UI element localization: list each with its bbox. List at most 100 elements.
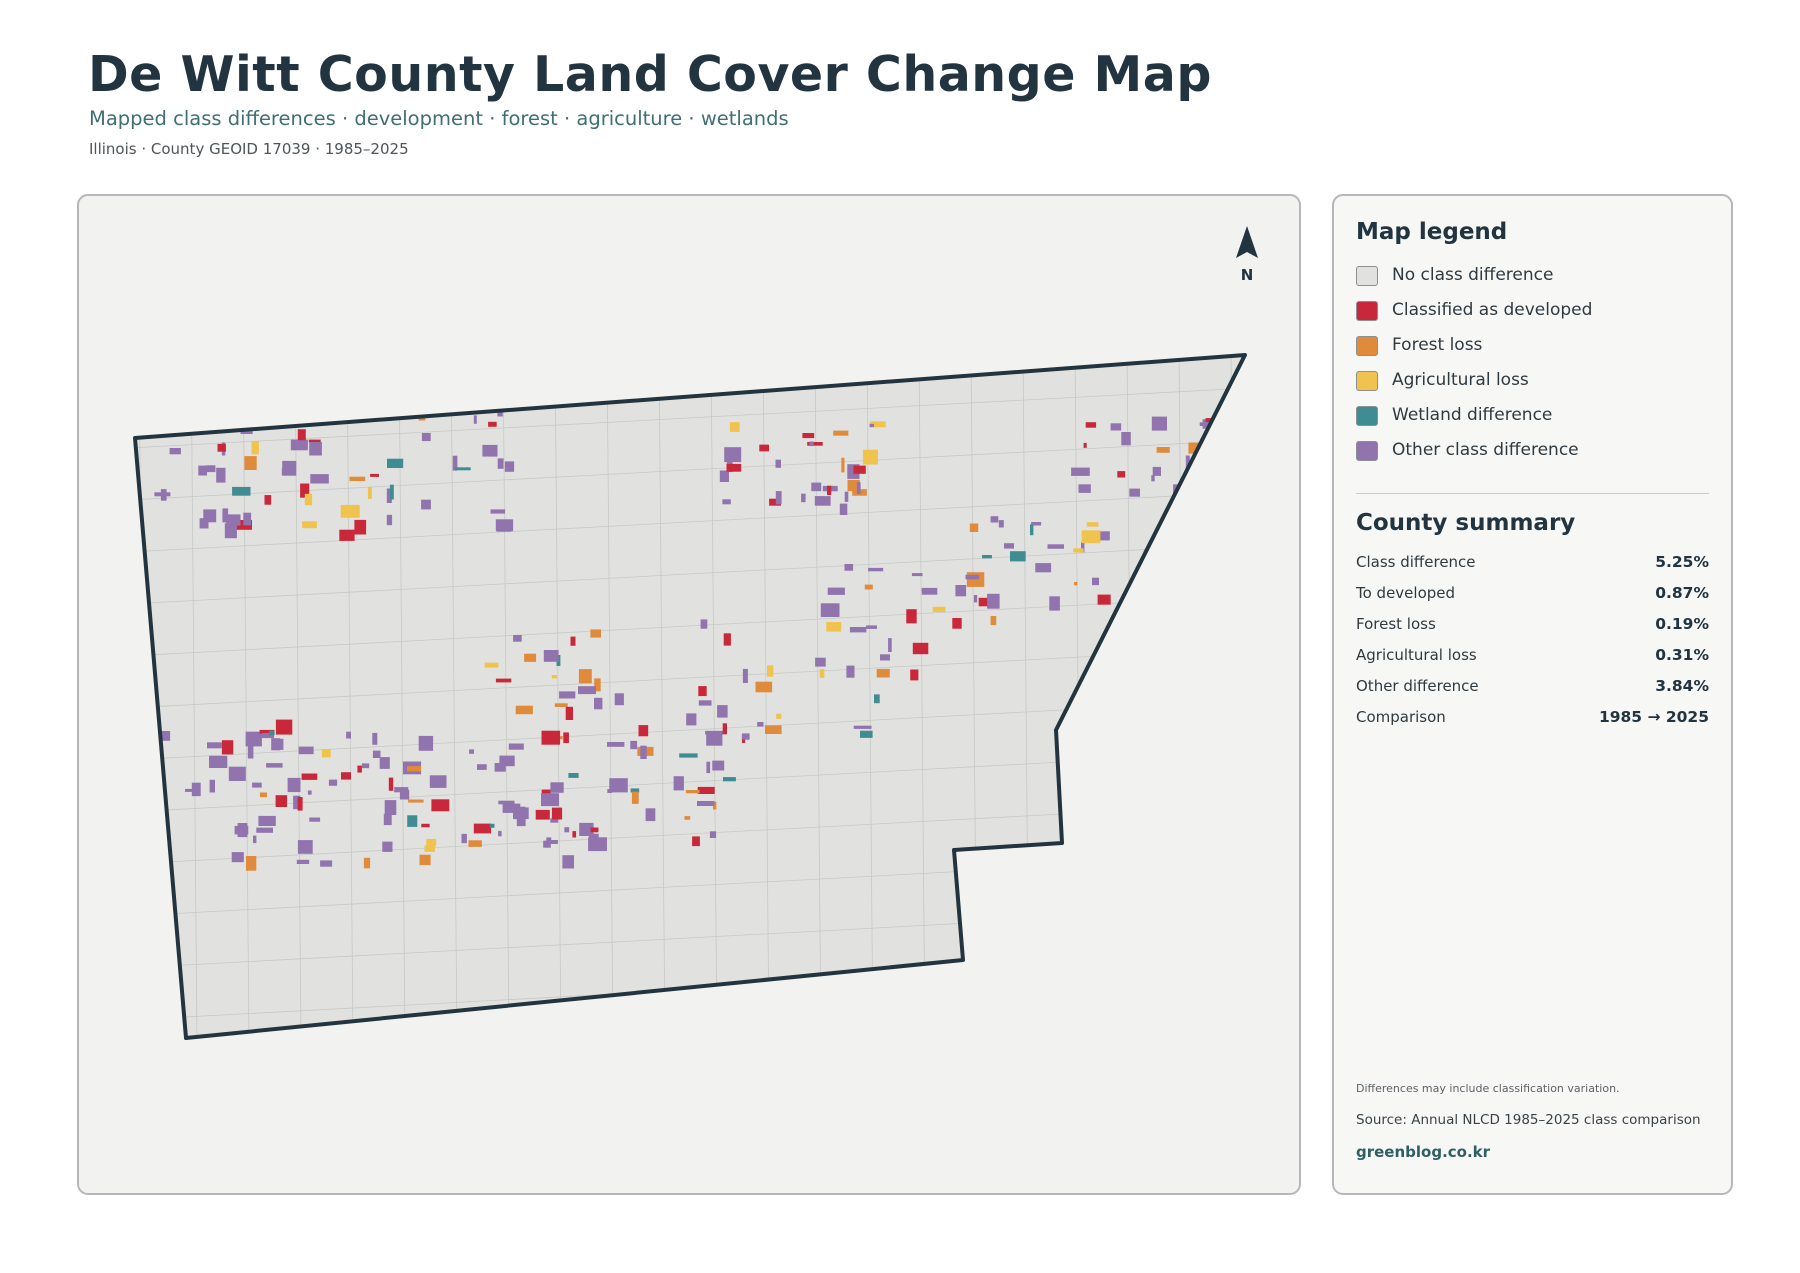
north-arrow-icon <box>1236 226 1258 258</box>
change-patch <box>1156 447 1170 453</box>
change-patch <box>969 523 979 532</box>
change-patch <box>912 642 929 655</box>
change-patch <box>489 823 495 828</box>
legend-item-wetland: Wetland difference <box>1356 405 1716 431</box>
summary-row-to-developed: To developed 0.87% <box>1356 584 1709 606</box>
change-patch <box>551 675 557 679</box>
change-patch <box>594 697 603 710</box>
change-patch <box>856 482 861 494</box>
change-patch <box>341 772 351 780</box>
summary-row-class-difference: Class difference 5.25% <box>1356 553 1709 575</box>
change-patch <box>709 831 717 838</box>
change-patch <box>349 476 366 482</box>
change-patch <box>399 789 410 800</box>
change-patch <box>809 441 814 447</box>
legend-swatch <box>1356 406 1378 426</box>
change-patch <box>880 654 890 661</box>
legend-swatch <box>1356 441 1378 461</box>
change-patch <box>1151 475 1155 482</box>
change-patch <box>827 485 832 495</box>
change-patch <box>386 514 393 526</box>
change-patch <box>559 691 576 699</box>
change-patch <box>1078 484 1091 493</box>
legend-label: Classified as developed <box>1392 300 1593 320</box>
change-patch <box>541 793 559 807</box>
change-patch <box>297 797 303 811</box>
summary-value: 0.19% <box>1655 615 1709 633</box>
change-patch <box>697 801 715 806</box>
change-patch <box>244 456 257 470</box>
change-patch <box>853 725 872 729</box>
change-patch <box>860 730 873 738</box>
change-patch <box>550 782 564 793</box>
credit-link[interactable]: greenblog.co.kr <box>1356 1143 1490 1161</box>
change-patch <box>811 482 822 492</box>
change-patch <box>638 725 649 737</box>
change-patch <box>802 433 815 439</box>
change-patch <box>154 492 171 497</box>
change-patch <box>431 799 450 812</box>
change-patch <box>841 457 845 473</box>
change-patch <box>495 678 512 683</box>
change-patch <box>990 516 999 523</box>
change-patch <box>251 441 259 455</box>
change-patch <box>488 421 497 427</box>
change-patch <box>630 740 638 750</box>
change-patch <box>383 813 392 826</box>
change-patch <box>468 840 482 847</box>
legend-swatch <box>1356 371 1378 391</box>
change-patch <box>645 808 656 822</box>
change-patch <box>819 669 825 678</box>
change-patch <box>965 574 980 580</box>
change-patch <box>827 587 845 595</box>
change-patch <box>310 474 329 484</box>
change-patch <box>1151 416 1167 431</box>
change-patch <box>876 668 890 678</box>
change-patch <box>921 587 938 595</box>
change-patch <box>455 467 471 471</box>
change-patch <box>844 564 854 571</box>
change-patch <box>325 415 343 419</box>
change-patch <box>844 491 849 502</box>
change-patch <box>421 433 431 442</box>
county-area <box>135 355 1245 1038</box>
change-patch <box>498 800 515 805</box>
change-patch <box>379 757 390 769</box>
county-map[interactable]: N <box>79 196 1303 1197</box>
change-patch <box>490 509 506 514</box>
change-patch <box>191 782 201 797</box>
change-patch <box>266 763 283 768</box>
change-patch <box>320 860 333 867</box>
change-patch <box>217 443 226 452</box>
legend-label: Forest loss <box>1392 335 1483 355</box>
change-patch <box>1092 577 1099 586</box>
change-patch <box>563 732 569 744</box>
change-patch <box>198 465 207 476</box>
change-patch <box>1081 530 1101 544</box>
change-patch <box>862 449 878 465</box>
change-patch <box>1030 524 1034 536</box>
change-patch <box>357 765 362 773</box>
change-patch <box>367 486 372 499</box>
map-panel[interactable]: N <box>77 194 1301 1195</box>
change-patch <box>588 837 607 852</box>
change-patch <box>849 627 867 633</box>
change-patch <box>759 444 769 452</box>
change-patch <box>775 459 781 468</box>
change-patch <box>801 493 806 503</box>
change-patch <box>551 807 563 820</box>
change-patch <box>888 638 892 652</box>
change-patch <box>572 831 577 838</box>
change-patch <box>1117 471 1126 478</box>
change-patch <box>607 789 612 793</box>
change-patch <box>207 742 222 749</box>
change-patch <box>397 401 413 414</box>
change-patch <box>1071 467 1090 476</box>
change-patch <box>297 429 306 441</box>
change-patch <box>497 458 504 469</box>
change-patch <box>562 855 574 869</box>
source-note: Source: Annual NLCD 1985–2025 class comp… <box>1356 1112 1701 1128</box>
change-patch <box>297 840 313 854</box>
change-patch <box>209 755 228 768</box>
change-patch <box>590 629 601 638</box>
